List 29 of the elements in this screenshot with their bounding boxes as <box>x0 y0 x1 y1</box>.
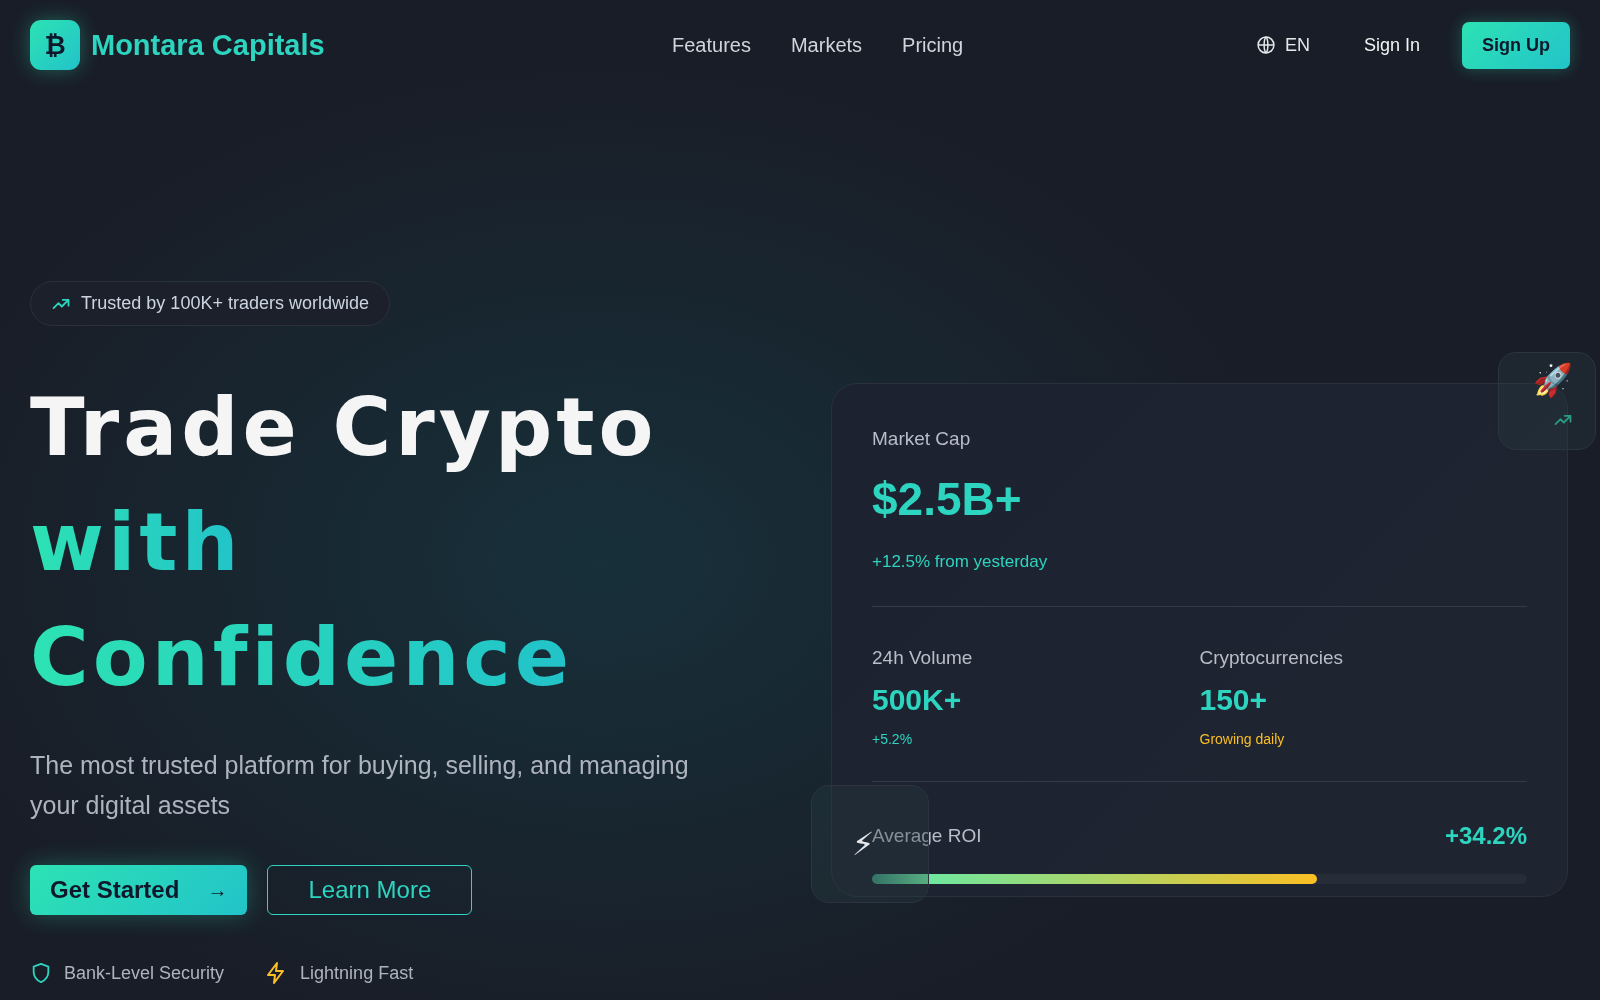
globe-icon <box>1255 35 1276 55</box>
stat-value: 150+ <box>1199 683 1269 717</box>
arrow-right-icon: → <box>207 878 228 902</box>
language-selector[interactable]: EN <box>1243 28 1322 62</box>
logo-icon[interactable]: ₿ <box>30 20 80 70</box>
brand-name[interactable]: Montara Capitals <box>91 28 325 62</box>
nav-link[interactable]: Features <box>672 33 751 57</box>
learn-more-button[interactable]: Learn More <box>267 865 473 915</box>
feature-label: Lightning Fast <box>300 962 414 984</box>
stat-label: Market Cap <box>872 428 972 450</box>
stat-change: +12.5% from yesterday <box>872 552 1049 572</box>
stat-value: +34.2% <box>1444 822 1527 850</box>
stat-label: 24h Volume <box>872 647 974 669</box>
hero-subtitle: The most trusted platform for buying, selling, and managing your digital assets <box>30 750 690 821</box>
nav-link[interactable]: Markets <box>790 33 863 57</box>
sign-up-button[interactable]: Sign Up <box>1462 21 1570 69</box>
get-started-button[interactable]: Get Started → <box>30 865 248 915</box>
stat-value: 500K+ <box>872 683 963 717</box>
sign-in-button[interactable]: Sign In <box>1339 24 1444 66</box>
nav-link[interactable]: Pricing <box>902 33 964 57</box>
stat-label: Cryptocurrencies <box>1199 647 1345 669</box>
badge-text: Trusted by 100K+ traders worldwide <box>81 293 369 314</box>
stat-note: +5.2% <box>872 731 914 747</box>
stat-note: Growing daily <box>1199 731 1286 747</box>
rocket-icon: 🚀 <box>1533 364 1573 396</box>
headline-line: Trade Crypto <box>30 380 658 476</box>
shield-icon <box>30 961 52 985</box>
stat-value: $2.5B+ <box>872 472 1023 526</box>
feature-label: Bank-Level Security <box>64 962 225 984</box>
